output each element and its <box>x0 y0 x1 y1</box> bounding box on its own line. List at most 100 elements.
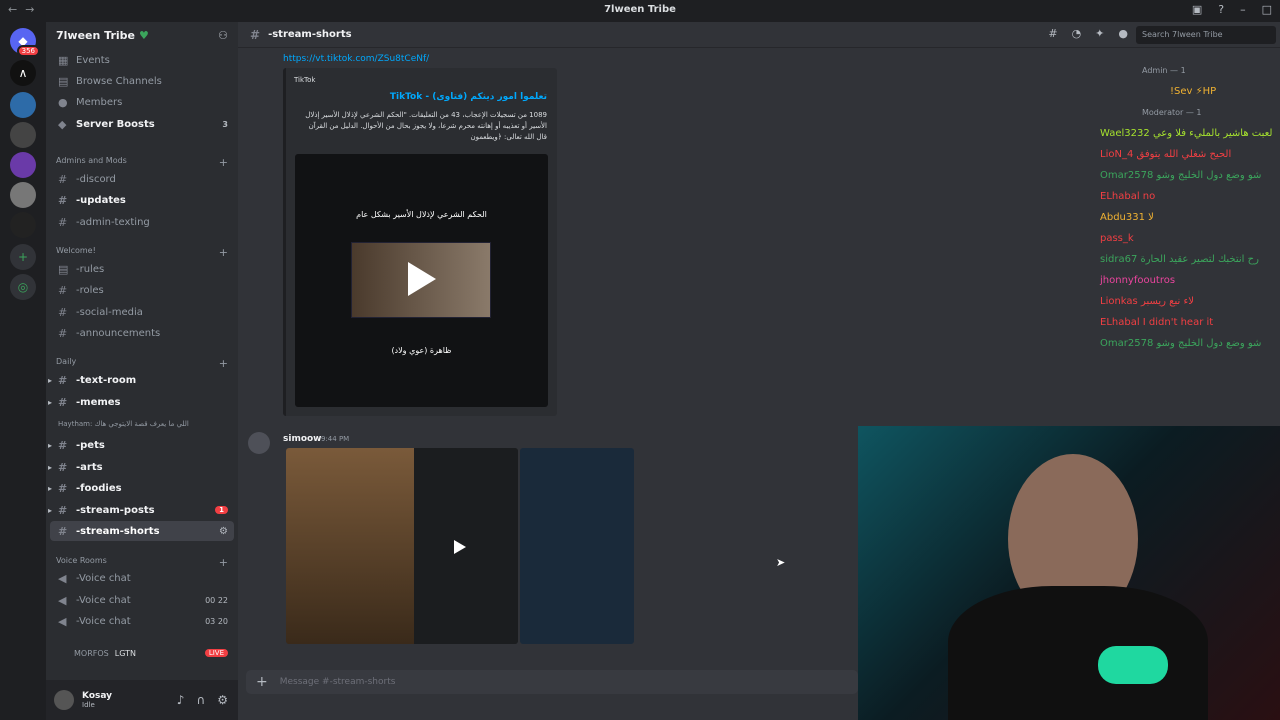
server-name: 7lween Tribe <box>56 28 135 42</box>
voice-counts: 03 20 <box>205 616 228 626</box>
hash-icon: # <box>58 305 68 319</box>
inbox-icon[interactable]: ▣ <box>1192 3 1202 16</box>
members-icon[interactable]: ● <box>1118 27 1128 40</box>
maximize-icon[interactable]: □ <box>1262 3 1272 16</box>
notification-icon[interactable]: ◔ <box>1072 27 1082 40</box>
boost-count: 3 <box>222 119 228 129</box>
embed-video[interactable]: الحكم الشرعي لإذلال الأسير بشكل عام ظاهر… <box>295 154 548 407</box>
channel-memes[interactable]: ▸ # -memes <box>48 392 234 412</box>
chat-line: LioN_4 الحيح شغلي الله يتوفق <box>1100 149 1232 160</box>
sidebar-item-browse[interactable]: ▤ Browse Channels <box>50 71 234 91</box>
server-icon-5[interactable] <box>10 182 36 208</box>
settings-icon[interactable]: ⚙ <box>219 526 228 537</box>
mouse-cursor-icon: ➤ <box>776 556 786 569</box>
avatar[interactable] <box>54 690 74 710</box>
play-icon[interactable] <box>454 540 466 554</box>
attachment-image[interactable] <box>520 448 634 644</box>
server-icon-3[interactable] <box>10 122 36 148</box>
hash-icon: # <box>58 460 68 474</box>
browse-icon: ▤ <box>58 74 69 88</box>
category-admins[interactable]: Admins and Mods + <box>56 156 228 169</box>
invite-icon[interactable]: ⚇ <box>218 29 228 42</box>
voice-channel-1[interactable]: ◀ -Voice chat <box>50 568 234 588</box>
server-header[interactable]: 7lween Tribe ♥ ⚇ <box>46 22 238 48</box>
help-icon[interactable]: ? <box>1218 3 1224 16</box>
attach-icon[interactable]: + <box>256 674 268 690</box>
verified-heart-icon: ♥ <box>139 28 149 42</box>
channel-roles[interactable]: # -roles <box>50 280 234 300</box>
channel-rules[interactable]: ▤ -rules <box>50 259 234 279</box>
message-composer[interactable]: + Message #-stream-shorts <box>246 670 858 694</box>
channel-stream-posts[interactable]: ▸ # -stream-posts 1 <box>48 500 234 520</box>
channel-social-media[interactable]: # -social-media <box>50 302 234 322</box>
chat-line: ELhabal no <box>1100 191 1156 202</box>
video-caption: الحكم الشرعي لإذلال الأسير بشكل عام <box>356 210 487 219</box>
server-icon-6[interactable] <box>10 212 36 238</box>
channel-text-room[interactable]: ▸ # -text-room <box>48 370 234 390</box>
window-controls[interactable]: ▣? – □ <box>1192 3 1272 16</box>
hash-icon: # <box>58 172 68 186</box>
category-welcome[interactable]: Welcome! + <box>56 246 228 259</box>
server-icon-2[interactable] <box>10 92 36 118</box>
channel-pets[interactable]: ▸ # -pets <box>48 435 234 455</box>
channel-announcements[interactable]: # -announcements <box>50 323 234 343</box>
avatar[interactable] <box>248 432 270 454</box>
expand-icon: ▸ <box>48 440 53 450</box>
speaker-icon: ◀ <box>58 571 67 585</box>
add-channel-icon[interactable]: + <box>219 246 228 259</box>
channel-discord[interactable]: # -discord <box>50 169 234 189</box>
embed-title[interactable]: TikTok - تعلموا امور دينكم (فتاوى) <box>390 92 547 102</box>
microphone-icon[interactable]: ♪ <box>177 693 185 707</box>
settings-icon[interactable]: ⚙ <box>217 693 228 707</box>
message-link[interactable]: https://vt.tiktok.com/ZSu8tCeNf/ <box>283 54 429 64</box>
expand-icon: ▸ <box>48 483 53 493</box>
add-server-icon[interactable]: + <box>10 244 36 270</box>
minimize-icon[interactable]: – <box>1240 3 1246 16</box>
message-author[interactable]: simoow <box>283 434 322 444</box>
server-icon-4[interactable] <box>10 152 36 178</box>
rules-icon: ▤ <box>58 262 69 276</box>
embed-provider: TikTok <box>294 76 316 84</box>
hash-icon: # <box>250 27 261 42</box>
pin-icon[interactable]: ✦ <box>1095 27 1104 40</box>
chat-line: sidra67 رح انتخبك لتصير عقيد الحارة <box>1100 254 1259 265</box>
channel-sidebar: 7lween Tribe ♥ ⚇ ▦ Events ▤ Browse Channels … <box>46 22 238 720</box>
live-badge: LIVE <box>204 649 228 657</box>
hash-icon: # <box>58 283 68 297</box>
speaker-icon: ◀ <box>58 614 67 628</box>
voice-user[interactable]: MORFOS LGTN LIVE <box>50 643 234 663</box>
hash-icon: # <box>58 503 68 517</box>
voice-channel-2[interactable]: ◀ -Voice chat 00 22 <box>50 590 234 610</box>
voice-channel-3[interactable]: ◀ -Voice chat 03 20 <box>50 611 234 631</box>
search-input[interactable]: Search 7lween Tribe <box>1136 26 1276 44</box>
chat-line: !Sev ⚡HP <box>1170 86 1217 97</box>
chat-line: ELhabal I didn't hear it <box>1100 317 1214 328</box>
boost-icon: ◆ <box>58 117 67 131</box>
chat-line: Admin — 1 <box>1142 66 1186 75</box>
sidebar-item-events[interactable]: ▦ Events <box>50 50 234 70</box>
add-channel-icon[interactable]: + <box>219 357 228 370</box>
tiktok-embed: TikTok TikTok - تعلموا امور دينكم (فتاوى… <box>283 68 557 416</box>
category-daily[interactable]: Daily + <box>56 357 228 370</box>
headphones-icon[interactable]: ∩ <box>196 693 205 707</box>
threads-icon[interactable]: # <box>1048 27 1057 40</box>
sidebar-item-boosts[interactable]: ◆ Server Boosts 3 <box>50 114 234 134</box>
attachment-video[interactable] <box>286 448 518 644</box>
add-channel-icon[interactable]: + <box>219 156 228 169</box>
server-icon-1[interactable]: ∧ <box>10 60 36 86</box>
channel-foodies[interactable]: ▸ # -foodies <box>48 478 234 498</box>
expand-icon: ▸ <box>48 462 53 472</box>
channel-admin-texting[interactable]: # -admin-texting <box>50 212 234 232</box>
home-icon[interactable]: ◆ 356 <box>10 28 40 57</box>
streamer-image <box>286 448 414 644</box>
channel-arts[interactable]: ▸ # -arts <box>48 457 234 477</box>
chat-line: Lionkas لاء نبع ريسبر <box>1100 296 1194 307</box>
voice-counts: 00 22 <box>205 595 228 605</box>
discover-icon[interactable]: ◎ <box>10 274 36 300</box>
play-icon[interactable] <box>408 262 436 296</box>
composer-placeholder: Message #-stream-shorts <box>279 677 396 687</box>
channel-stream-shorts[interactable]: # -stream-shorts ⚙ <box>50 521 234 541</box>
channel-updates[interactable]: # -updates <box>50 190 234 210</box>
chat-line: Wael3232 لعبت هاشير بالمليء فلا وعي <box>1100 128 1273 139</box>
sidebar-item-members[interactable]: ● Members <box>50 92 234 112</box>
